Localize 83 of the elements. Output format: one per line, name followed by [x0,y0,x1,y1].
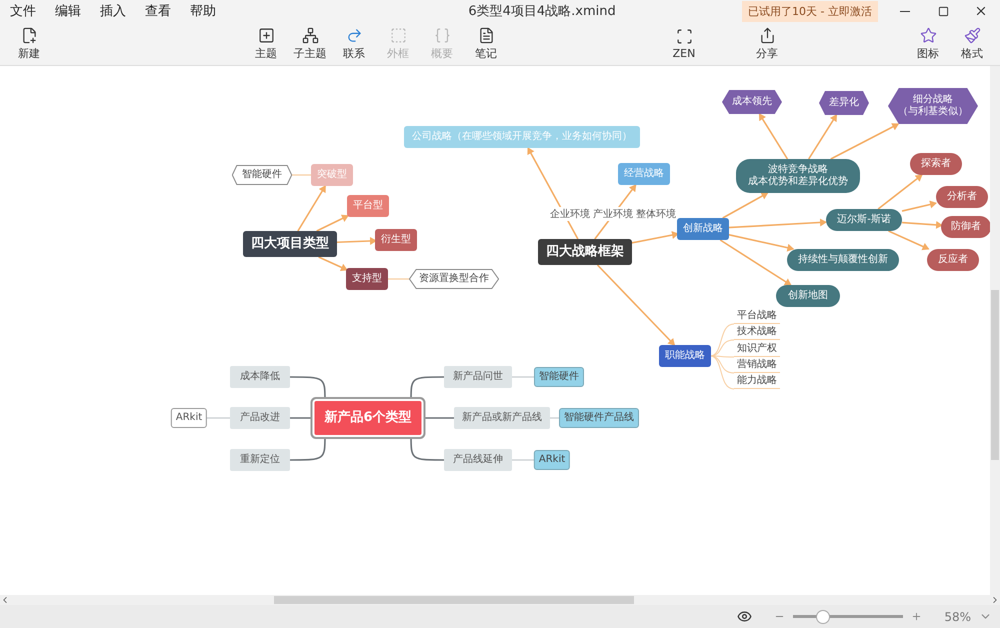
central-topic[interactable]: 四大项目类型 [243,231,337,257]
toolbar-button[interactable]: 联系 [332,22,376,65]
topic-label[interactable]: 技术战略 [734,326,780,340]
topic-node[interactable]: 新产品问世 [444,366,512,388]
relationship-label: 企业环境 产业环境 整体环境 [548,207,678,221]
topic-text: 成本优势和差异化优势 [748,176,848,188]
topic-node[interactable]: 成本降低 [230,366,290,388]
topic-node[interactable]: 资源置换型合作 [409,269,499,289]
topic-node[interactable]: 智能硬件 [534,367,584,387]
menu-item[interactable]: 插入 [92,2,134,20]
toolbar-button[interactable]: 新建 [7,22,51,65]
topic-node[interactable]: 产品改进 [230,407,290,429]
brush-icon [964,26,980,44]
topic-label[interactable]: 营销战略 [734,359,780,373]
arrow-connector [318,256,348,272]
window-title: 6类型4项目4战略.xmind [467,3,617,20]
topic-text: （与利基类似） [898,106,968,118]
topic-node[interactable]: 成本领先 [722,90,782,114]
brace-icon [434,26,450,44]
toolbar-button[interactable]: 图标 [906,22,950,65]
zoom-percentage: 58% [944,610,971,624]
topic-node[interactable]: 职能战略 [659,345,711,367]
arrow-connector [758,113,788,160]
connector-line [387,278,409,280]
corners-icon [676,28,692,44]
topic-node[interactable]: 分析者 [936,186,988,208]
topic-label[interactable]: 能力战略 [734,375,780,389]
connector-line [206,417,230,419]
toolbar-button[interactable]: 格式 [950,22,994,65]
menu-item[interactable]: 查看 [137,2,179,20]
topic-node[interactable]: 新产品或新产品线 [454,407,550,429]
topic-label[interactable]: 平台战略 [734,310,780,324]
toolbar-button[interactable]: 笔记 [464,22,508,65]
topic-node[interactable]: ARkit [170,408,208,428]
close-icon [974,4,988,18]
topic-node[interactable]: 智能硬件产品线 [559,408,639,428]
menu-item[interactable]: 文件 [2,2,44,20]
topic-text: 细分战略 [912,94,954,106]
dashed-square-icon [390,26,406,44]
toolbar-button[interactable]: 主题 [244,22,288,65]
document-icon [478,26,494,44]
topic-node[interactable]: 反应者 [927,249,979,271]
topic-node[interactable]: 重新定位 [230,449,290,471]
new-file-icon [20,26,38,44]
topic-node[interactable]: 衍生型 [375,229,417,251]
topic-node[interactable]: 支持型 [346,268,388,290]
zoom-in-icon[interactable] [911,611,922,622]
topic-text: 波特竞争战略 [767,164,829,176]
topic-node[interactable]: 细分战略 （与利基类似） [888,88,978,124]
topic-node[interactable]: 产品线延伸 [444,449,512,471]
topic-node[interactable]: 波特竞争战略 成本优势和差异化优势 [736,159,860,193]
topic-node[interactable]: 差异化 [819,91,869,115]
subtopic-icon [302,26,318,44]
topic-node[interactable]: 防御者 [941,216,990,238]
toolbar-button[interactable]: 分享 [745,22,789,65]
toolbar-button[interactable]: 子主题 [288,22,332,65]
horizontal-scrollbar[interactable] [0,595,1000,605]
central-topic[interactable]: 四大战略框架 [538,239,632,265]
connector-line [512,376,535,378]
minimize-icon [900,10,910,12]
topic-node[interactable]: 智能硬件 [232,165,292,185]
topic-node[interactable]: 探索者 [910,153,962,175]
topic-node[interactable]: ARkit [534,450,570,470]
connector-line [512,459,535,461]
trial-badge[interactable]: 已试用了10天 - 立即激活 [742,0,878,22]
menu-item[interactable]: 编辑 [47,2,89,20]
eye-icon[interactable] [737,609,752,624]
connector-line [290,174,312,176]
maximize-icon [938,6,948,16]
topic-node[interactable]: 创新地图 [776,285,840,307]
topic-node[interactable]: 迈尔斯-斯诺 [826,209,902,231]
topic-label[interactable]: 知识产权 [734,343,780,357]
topic-node[interactable]: 创新战略 [677,218,729,240]
vertical-scrollbar[interactable] [990,66,1000,595]
share-icon [758,26,776,44]
central-topic[interactable]: 新产品6个类型 [314,401,422,435]
star-icon [920,26,936,44]
topic-node[interactable]: 持续性与颠覆性创新 [787,249,899,271]
toolbar-button[interactable]: ZEN [662,22,706,65]
menu-item[interactable]: 帮助 [182,2,224,20]
curved-arrow-icon [346,26,362,44]
plus-square-icon [258,26,274,44]
slider-thumb[interactable] [816,610,830,624]
